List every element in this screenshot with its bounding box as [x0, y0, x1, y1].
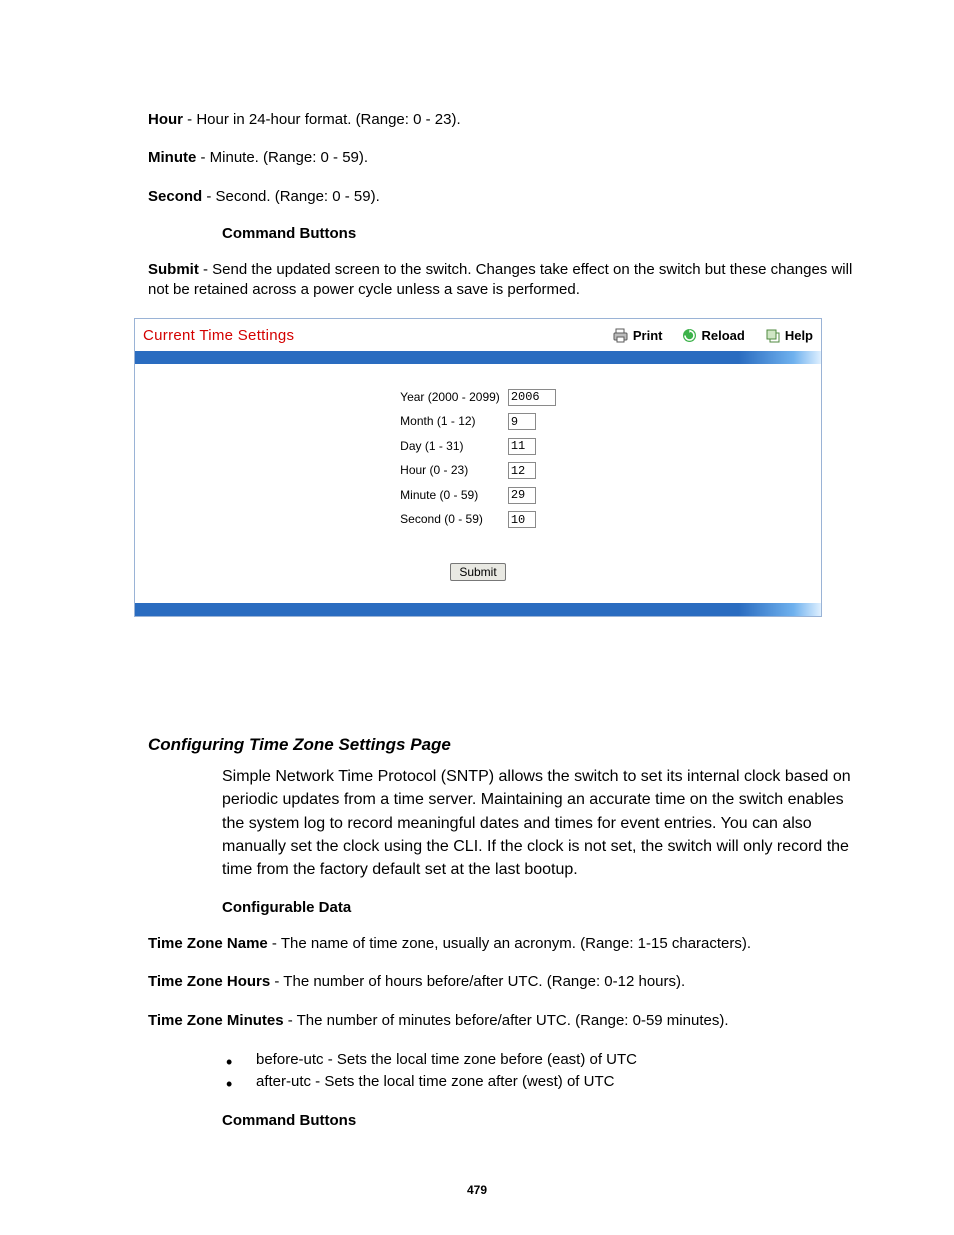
def-hour: Hour - Hour in 24-hour format. (Range: 0…: [148, 110, 854, 130]
term-second: Second: [148, 188, 202, 205]
term-tz-name: Time Zone Name: [148, 935, 268, 952]
bullet-before-utc: before-utc - Sets the local time zone be…: [208, 1049, 854, 1072]
help-button[interactable]: Help: [765, 328, 813, 343]
reload-button[interactable]: Reload: [682, 328, 744, 343]
input-second[interactable]: [508, 511, 536, 528]
submit-button[interactable]: Submit: [450, 563, 505, 581]
utc-bullets: before-utc - Sets the local time zone be…: [208, 1049, 854, 1094]
stripe-bottom: [135, 603, 821, 616]
def-tz-name: Time Zone Name - The name of time zone, …: [148, 934, 854, 954]
bullet-after-utc: after-utc - Sets the local time zone aft…: [208, 1071, 854, 1094]
panel-actions: Print Reload Help: [613, 328, 813, 343]
text-tz-name: - The name of time zone, usually an acro…: [268, 935, 751, 952]
reload-icon: [682, 328, 697, 343]
form-grid: Year (2000 - 2099) Month (1 - 12) Day (1…: [396, 384, 560, 531]
tz-section-intro: Simple Network Time Protocol (SNTP) allo…: [222, 765, 854, 881]
input-day[interactable]: [508, 438, 536, 455]
term-tz-minutes: Time Zone Minutes: [148, 1012, 284, 1029]
help-label: Help: [785, 328, 813, 343]
page-number: 479: [0, 1183, 954, 1197]
reload-label: Reload: [701, 328, 744, 343]
label-minute: Minute (0 - 59): [396, 482, 504, 507]
text-second: - Second. (Range: 0 - 59).: [202, 188, 380, 205]
tz-section-title: Configuring Time Zone Settings Page: [148, 735, 854, 755]
input-month[interactable]: [508, 413, 536, 430]
configurable-data-heading: Configurable Data: [222, 899, 854, 916]
text-hour: - Hour in 24-hour format. (Range: 0 - 23…: [183, 111, 461, 128]
input-year[interactable]: [508, 389, 556, 406]
panel-body: Year (2000 - 2099) Month (1 - 12) Day (1…: [135, 364, 821, 603]
input-hour[interactable]: [508, 462, 536, 479]
current-time-settings-panel: Current Time Settings Print: [134, 318, 822, 617]
submit-description: Submit - Send the updated screen to the …: [148, 260, 854, 301]
print-button[interactable]: Print: [613, 328, 663, 343]
def-second: Second - Second. (Range: 0 - 59).: [148, 187, 854, 207]
term-minute: Minute: [148, 149, 196, 166]
command-buttons-heading-2: Command Buttons: [222, 1112, 854, 1129]
text-tz-hours: - The number of hours before/after UTC. …: [270, 973, 685, 990]
text-submit: - Send the updated screen to the switch.…: [148, 261, 852, 298]
print-icon: [613, 328, 629, 343]
text-tz-minutes: - The number of minutes before/after UTC…: [284, 1012, 729, 1029]
def-minute: Minute - Minute. (Range: 0 - 59).: [148, 148, 854, 168]
panel-title: Current Time Settings: [143, 327, 294, 344]
panel-title-bar: Current Time Settings Print: [135, 319, 821, 351]
input-minute[interactable]: [508, 487, 536, 504]
label-month: Month (1 - 12): [396, 409, 504, 434]
text-minute: - Minute. (Range: 0 - 59).: [196, 149, 368, 166]
term-submit: Submit: [148, 261, 199, 278]
def-tz-minutes: Time Zone Minutes - The number of minute…: [148, 1011, 854, 1031]
stripe-top: [135, 351, 821, 364]
label-hour: Hour (0 - 23): [396, 458, 504, 483]
term-tz-hours: Time Zone Hours: [148, 973, 270, 990]
help-icon: [765, 328, 781, 343]
def-tz-hours: Time Zone Hours - The number of hours be…: [148, 972, 854, 992]
label-year: Year (2000 - 2099): [396, 384, 504, 409]
print-label: Print: [633, 328, 663, 343]
label-day: Day (1 - 31): [396, 433, 504, 458]
command-buttons-heading-1: Command Buttons: [222, 225, 854, 242]
term-hour: Hour: [148, 111, 183, 128]
label-second: Second (0 - 59): [396, 507, 504, 532]
